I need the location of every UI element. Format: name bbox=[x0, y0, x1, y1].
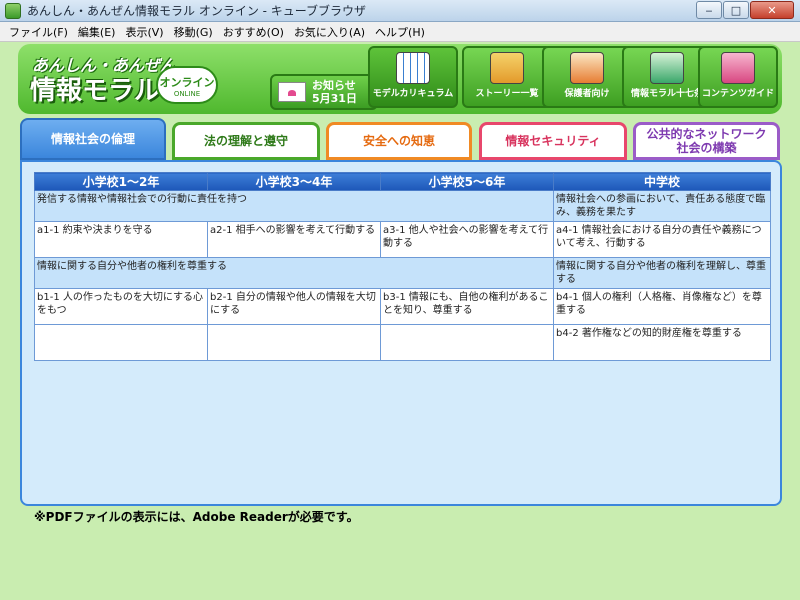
scroll-icon bbox=[650, 52, 684, 84]
notice-button[interactable]: お知らせ 5月31日 bbox=[270, 74, 378, 110]
nav-for-guardians[interactable]: 保護者向け bbox=[542, 46, 632, 108]
section-cell: 情報に関する自分や他者の権利を理解し、尊重する bbox=[553, 257, 771, 289]
table-cell[interactable]: b4-2 著作権などの知的財産権を尊重する bbox=[553, 324, 771, 361]
tab-safety[interactable]: 安全への知恵 bbox=[326, 122, 472, 160]
table-cell[interactable]: a4-1 情報社会における自分の責任や義務について考え、行動する bbox=[553, 221, 771, 258]
title-bar: あんしん・あんぜん情報モラル オンライン - キューブブラウザ ‒ □ ✕ bbox=[0, 0, 800, 22]
story-icon bbox=[490, 52, 524, 84]
page-content: あんしん・あんぜん 情報モラル オンライン ONLINE お知らせ 5月31日 … bbox=[0, 42, 800, 600]
site-logo[interactable]: あんしん・あんぜん 情報モラル オンライン ONLINE bbox=[28, 50, 258, 108]
menu-favorites[interactable]: お気に入り(A) bbox=[289, 24, 370, 40]
menu-view[interactable]: 表示(V) bbox=[120, 24, 168, 40]
window-controls: ‒ □ ✕ bbox=[695, 1, 794, 19]
guardian-icon bbox=[570, 52, 604, 84]
book-icon bbox=[721, 52, 755, 84]
table-row: b1-1 人の作ったものを大切にする心をもつ b2-1 自分の情報や他人の情報を… bbox=[34, 288, 771, 325]
table-cell[interactable]: a2-1 相手への影響を考えて行動する bbox=[207, 221, 381, 258]
table-cell[interactable]: b1-1 人の作ったものを大切にする心をもつ bbox=[34, 288, 208, 325]
table-cell[interactable]: b2-1 自分の情報や他人の情報を大切にする bbox=[207, 288, 381, 325]
nav-story-list[interactable]: ストーリー一覧 bbox=[462, 46, 552, 108]
online-badge: オンライン ONLINE bbox=[156, 66, 218, 104]
nav-label: ストーリー一覧 bbox=[475, 89, 539, 99]
curriculum-panel: 小学校1～2年 小学校3～4年 小学校5～6年 中学校 発信する情報や情報社会で… bbox=[20, 160, 782, 506]
tab-law[interactable]: 法の理解と遵守 bbox=[172, 122, 320, 160]
mail-icon bbox=[278, 82, 306, 102]
tab-network[interactable]: 公共的なネットワーク 社会の構築 bbox=[633, 122, 780, 160]
logo-title: 情報モラル bbox=[30, 76, 161, 106]
table-cell bbox=[34, 324, 208, 361]
menu-recommend[interactable]: おすすめ(O) bbox=[218, 24, 289, 40]
notice-label: お知らせ bbox=[312, 79, 356, 92]
tab-ethics[interactable]: 情報社会の倫理 bbox=[20, 118, 166, 160]
nav-content-guide[interactable]: コンテンツガイド bbox=[698, 46, 778, 108]
nav-label: コンテンツガイド bbox=[701, 89, 774, 99]
menu-file[interactable]: ファイル(F) bbox=[4, 24, 73, 40]
tab-security[interactable]: 情報セキュリティ bbox=[479, 122, 627, 160]
minimize-button[interactable]: ‒ bbox=[696, 1, 722, 19]
table-row: b4-2 著作権などの知的財産権を尊重する bbox=[34, 324, 771, 361]
app-icon bbox=[5, 2, 21, 19]
menu-help[interactable]: ヘルプ(H) bbox=[370, 24, 430, 40]
maximize-button[interactable]: □ bbox=[723, 1, 749, 19]
table-row: a1-1 約束や決まりを守る a2-1 相手への影響を考えて行動する a3-1 … bbox=[34, 221, 771, 258]
tab-network-line2: 社会の構築 bbox=[676, 141, 737, 155]
column-header: 中学校 bbox=[553, 172, 771, 191]
table-cell bbox=[380, 324, 554, 361]
nav-model-curriculum[interactable]: モデルカリキュラム bbox=[368, 46, 458, 108]
section-cell: 情報社会への参画において、責任ある態度で臨み、義務を果たす bbox=[553, 190, 771, 222]
section-cell: 発信する情報や情報社会での行動に責任を持つ bbox=[34, 190, 554, 222]
notice-date: 5月31日 bbox=[312, 92, 357, 105]
online-badge-sub: ONLINE bbox=[173, 90, 201, 98]
table-cell[interactable]: b3-1 情報にも、自他の権利があることを知り、尊重する bbox=[380, 288, 554, 325]
section-cell: 情報に関する自分や他者の権利を尊重する bbox=[34, 257, 554, 289]
section-row: 情報に関する自分や他者の権利を尊重する 情報に関する自分や他者の権利を理解し、尊… bbox=[34, 257, 771, 289]
curriculum-table: 小学校1～2年 小学校3～4年 小学校5～6年 中学校 発信する情報や情報社会で… bbox=[34, 172, 771, 361]
calendar-icon bbox=[396, 52, 430, 84]
column-header: 小学校1～2年 bbox=[34, 172, 208, 191]
menu-edit[interactable]: 編集(E) bbox=[73, 24, 121, 40]
table-cell[interactable]: a3-1 他人や社会への影響を考えて行動する bbox=[380, 221, 554, 258]
window-title: あんしん・あんぜん情報モラル オンライン - キューブブラウザ bbox=[27, 4, 367, 18]
section-row: 発信する情報や情報社会での行動に責任を持つ 情報社会への参画において、責任ある態… bbox=[34, 190, 771, 222]
table-header-row: 小学校1～2年 小学校3～4年 小学校5～6年 中学校 bbox=[34, 172, 771, 191]
online-badge-label: オンライン bbox=[159, 76, 215, 89]
menu-bar: ファイル(F) 編集(E) 表示(V) 移動(G) おすすめ(O) お気に入り(… bbox=[0, 22, 800, 42]
pdf-footnote: ※PDFファイルの表示には、Adobe Readerが必要です。 bbox=[34, 510, 359, 524]
table-cell bbox=[207, 324, 381, 361]
column-header: 小学校3～4年 bbox=[207, 172, 381, 191]
site-header: あんしん・あんぜん 情報モラル オンライン ONLINE お知らせ 5月31日 … bbox=[18, 44, 782, 114]
tab-network-line1: 公共的なネットワーク bbox=[646, 127, 767, 141]
table-cell[interactable]: b4-1 個人の権利（人格権、肖像権など）を尊重する bbox=[553, 288, 771, 325]
column-header: 小学校5～6年 bbox=[380, 172, 554, 191]
close-button[interactable]: ✕ bbox=[750, 1, 794, 19]
nav-label: モデルカリキュラム bbox=[372, 89, 454, 99]
table-cell[interactable]: a1-1 約束や決まりを守る bbox=[34, 221, 208, 258]
nav-label: 保護者向け bbox=[564, 89, 610, 99]
menu-go[interactable]: 移動(G) bbox=[169, 24, 218, 40]
